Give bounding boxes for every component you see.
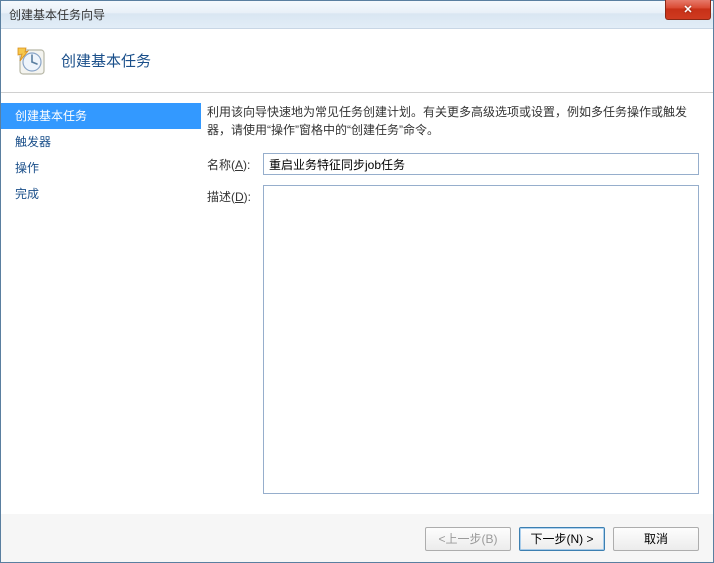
- wizard-window: 创建基本任务向导 ✕ 创建基本任务 创建基本任务 触发器 操作 完成 利用该向导…: [0, 0, 714, 563]
- description-input[interactable]: [263, 185, 699, 494]
- description-row: 描述(D):: [207, 185, 699, 494]
- back-button[interactable]: <上一步(B): [425, 527, 511, 551]
- intro-text: 利用该向导快速地为常见任务创建计划。有关更多高级选项或设置，例如多任务操作或触发…: [207, 103, 699, 139]
- step-finish[interactable]: 完成: [1, 181, 201, 207]
- name-row: 名称(A):: [207, 153, 699, 175]
- cancel-button[interactable]: 取消: [613, 527, 699, 551]
- name-label: 名称(A):: [207, 153, 263, 175]
- name-input[interactable]: [263, 153, 699, 175]
- wizard-body: 创建基本任务 触发器 操作 完成 利用该向导快速地为常见任务创建计划。有关更多高…: [1, 93, 713, 514]
- wizard-header: 创建基本任务: [1, 29, 713, 93]
- step-trigger[interactable]: 触发器: [1, 129, 201, 155]
- step-create-basic-task[interactable]: 创建基本任务: [1, 103, 201, 129]
- close-icon: ✕: [683, 3, 692, 16]
- titlebar: 创建基本任务向导 ✕: [1, 1, 713, 29]
- task-wizard-icon: [15, 45, 47, 77]
- wizard-page-title: 创建基本任务: [61, 50, 151, 71]
- description-label: 描述(D):: [207, 185, 263, 494]
- next-button[interactable]: 下一步(N) >: [519, 527, 605, 551]
- close-button[interactable]: ✕: [665, 0, 711, 20]
- step-action[interactable]: 操作: [1, 155, 201, 181]
- wizard-content: 利用该向导快速地为常见任务创建计划。有关更多高级选项或设置，例如多任务操作或触发…: [201, 93, 713, 514]
- wizard-footer: <上一步(B) 下一步(N) > 取消: [1, 514, 713, 562]
- wizard-steps-sidebar: 创建基本任务 触发器 操作 完成: [1, 93, 201, 514]
- window-title: 创建基本任务向导: [9, 6, 105, 23]
